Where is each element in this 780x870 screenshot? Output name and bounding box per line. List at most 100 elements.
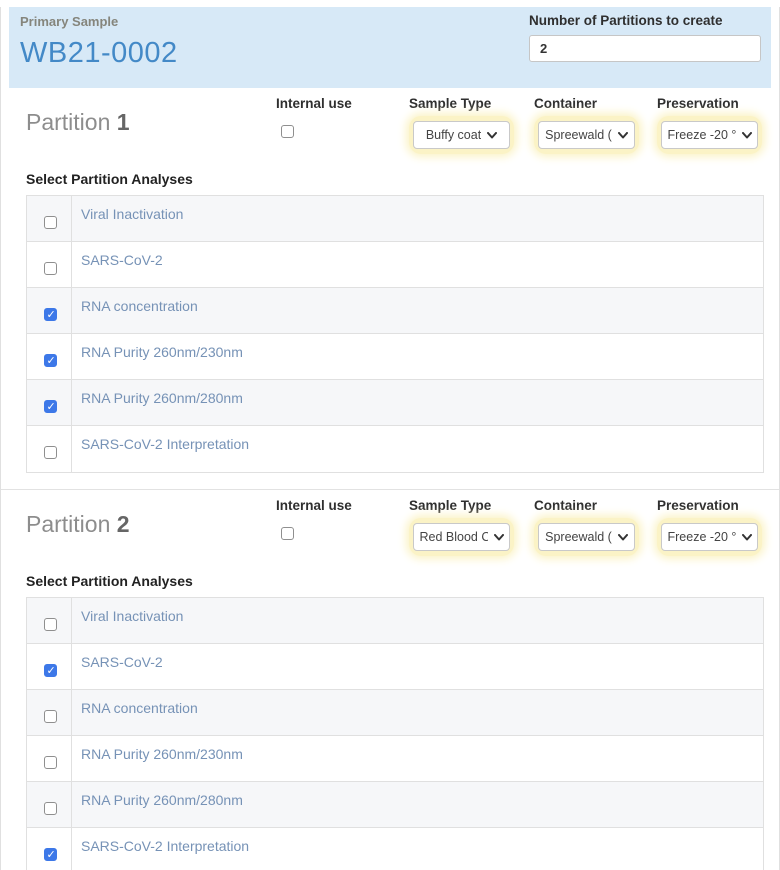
checkbox-cell — [27, 690, 72, 735]
table-row: RNA Purity 260nm/280nm — [27, 380, 763, 426]
container-select[interactable]: Spreewald ( — [538, 523, 635, 551]
analysis-checkbox[interactable] — [44, 710, 57, 723]
analysis-checkbox[interactable] — [44, 354, 57, 367]
analysis-link[interactable]: SARS-CoV-2 Interpretation — [81, 436, 249, 452]
internal-use-column: Internal use — [276, 96, 352, 143]
analysis-checkbox[interactable] — [44, 848, 57, 861]
sample-type-column: Sample Type Buffy coat — [409, 96, 514, 154]
partition-number: 2 — [117, 511, 130, 537]
preservation-value: Freeze -20 ° — [668, 530, 736, 544]
analysis-link[interactable]: RNA Purity 260nm/280nm — [81, 792, 243, 808]
analysis-checkbox[interactable] — [44, 664, 57, 677]
analysis-cell: RNA concentration — [72, 288, 763, 333]
preservation-select[interactable]: Freeze -20 ° — [661, 121, 758, 149]
chevron-down-icon — [487, 132, 497, 139]
primary-sample-header: Primary Sample WB21-0002 Number of Parti… — [9, 7, 771, 88]
table-row: Viral Inactivation — [27, 196, 763, 242]
num-partitions-label: Number of Partitions to create — [529, 13, 761, 28]
container-label: Container — [534, 498, 639, 513]
container-column: Container Spreewald ( — [534, 498, 639, 556]
table-row: RNA Purity 260nm/230nm — [27, 736, 763, 782]
num-partitions-input[interactable] — [529, 35, 761, 62]
analysis-cell: SARS-CoV-2 Interpretation — [72, 828, 763, 870]
sample-type-highlight: Red Blood C — [409, 518, 514, 556]
analysis-link[interactable]: SARS-CoV-2 — [81, 252, 163, 268]
checkbox-cell — [27, 598, 72, 643]
analysis-checkbox[interactable] — [44, 216, 57, 229]
partition-form-page: Primary Sample WB21-0002 Number of Parti… — [0, 7, 780, 870]
checkbox-cell — [27, 334, 72, 379]
preservation-label: Preservation — [657, 96, 762, 111]
analysis-checkbox[interactable] — [44, 400, 57, 413]
checkbox-cell — [27, 242, 72, 287]
partition-2-analyses-table: Viral Inactivation SARS-CoV-2 RNA concen… — [26, 597, 764, 870]
analysis-cell: SARS-CoV-2 — [72, 644, 763, 689]
analysis-cell: Viral Inactivation — [72, 598, 763, 643]
analysis-checkbox[interactable] — [44, 618, 57, 631]
chevron-down-icon — [742, 534, 752, 541]
partition-title-text: Partition — [26, 511, 110, 537]
analysis-link[interactable]: Viral Inactivation — [81, 608, 183, 624]
analysis-cell: RNA Purity 260nm/280nm — [72, 782, 763, 827]
internal-use-checkbox[interactable] — [281, 527, 294, 540]
analysis-checkbox[interactable] — [44, 262, 57, 275]
table-row: SARS-CoV-2 Interpretation — [27, 426, 763, 472]
table-row: SARS-CoV-2 Interpretation — [27, 828, 763, 870]
analysis-link[interactable]: SARS-CoV-2 — [81, 654, 163, 670]
table-row: SARS-CoV-2 — [27, 242, 763, 288]
analysis-link[interactable]: RNA concentration — [81, 298, 198, 314]
checkbox-cell — [27, 644, 72, 689]
checkbox-cell — [27, 736, 72, 781]
table-row: RNA concentration — [27, 690, 763, 736]
sample-type-select[interactable]: Red Blood C — [413, 523, 510, 551]
analysis-cell: RNA Purity 260nm/230nm — [72, 334, 763, 379]
table-row: RNA concentration — [27, 288, 763, 334]
container-select[interactable]: Spreewald ( — [538, 121, 635, 149]
analysis-link[interactable]: RNA Purity 260nm/230nm — [81, 746, 243, 762]
analysis-cell: SARS-CoV-2 Interpretation — [72, 426, 763, 472]
internal-use-label: Internal use — [276, 96, 352, 111]
table-row: RNA Purity 260nm/230nm — [27, 334, 763, 380]
checkbox-cell — [27, 288, 72, 333]
analysis-checkbox[interactable] — [44, 756, 57, 769]
checkbox-cell — [27, 196, 72, 241]
container-highlight: Spreewald ( — [534, 116, 639, 154]
analysis-link[interactable]: SARS-CoV-2 Interpretation — [81, 838, 249, 854]
preservation-select[interactable]: Freeze -20 ° — [661, 523, 758, 551]
sample-type-value: Buffy coat — [426, 128, 481, 142]
analysis-link[interactable]: Viral Inactivation — [81, 206, 183, 222]
select-analyses-heading: Select Partition Analyses — [26, 171, 764, 187]
partition-title-text: Partition — [26, 109, 110, 135]
internal-use-label: Internal use — [276, 498, 352, 513]
analysis-checkbox[interactable] — [44, 446, 57, 459]
analysis-cell: RNA Purity 260nm/280nm — [72, 380, 763, 425]
preservation-column: Preservation Freeze -20 ° — [657, 498, 762, 556]
partition-1-analyses-table: Viral Inactivation SARS-CoV-2 RNA concen… — [26, 195, 764, 473]
analysis-cell: RNA concentration — [72, 690, 763, 735]
partition-number: 1 — [117, 109, 130, 135]
preservation-column: Preservation Freeze -20 ° — [657, 96, 762, 154]
sample-type-highlight: Buffy coat — [409, 116, 514, 154]
analysis-link[interactable]: RNA Purity 260nm/230nm — [81, 344, 243, 360]
checkbox-cell — [27, 426, 72, 472]
sample-type-select[interactable]: Buffy coat — [413, 121, 510, 149]
internal-use-checkbox[interactable] — [281, 125, 294, 138]
container-label: Container — [534, 96, 639, 111]
container-highlight: Spreewald ( — [534, 518, 639, 556]
chevron-down-icon — [618, 534, 628, 541]
chevron-down-icon — [618, 132, 628, 139]
table-row: RNA Purity 260nm/280nm — [27, 782, 763, 828]
container-value: Spreewald ( — [545, 530, 612, 544]
table-row: Viral Inactivation — [27, 598, 763, 644]
analysis-cell: Viral Inactivation — [72, 196, 763, 241]
sample-type-label: Sample Type — [409, 498, 514, 513]
preservation-label: Preservation — [657, 498, 762, 513]
sample-type-value: Red Blood C — [420, 530, 488, 544]
analysis-link[interactable]: RNA concentration — [81, 700, 198, 716]
analysis-checkbox[interactable] — [44, 802, 57, 815]
container-column: Container Spreewald ( — [534, 96, 639, 154]
partition-1-section: Partition 1 Internal use Sample Type Buf… — [1, 93, 779, 473]
analysis-cell: RNA Purity 260nm/230nm — [72, 736, 763, 781]
analysis-link[interactable]: RNA Purity 260nm/280nm — [81, 390, 243, 406]
analysis-checkbox[interactable] — [44, 308, 57, 321]
